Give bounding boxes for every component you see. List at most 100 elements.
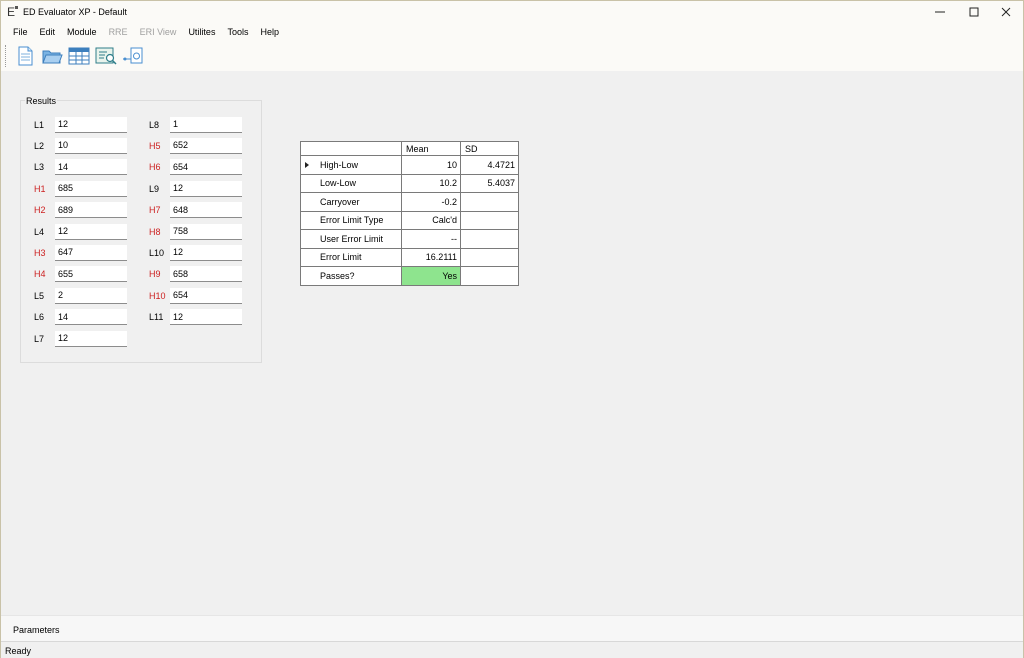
result-input-h10[interactable] [170, 287, 242, 304]
grid-row-label-text: Carryover [320, 196, 360, 207]
report-search-icon [95, 47, 117, 65]
result-input-h3[interactable] [55, 244, 127, 261]
grid-cell-sd[interactable] [460, 192, 519, 212]
result-field-l7: L7 [34, 330, 127, 347]
result-field-l10: L10 [149, 244, 242, 261]
table-view-button[interactable] [66, 44, 91, 69]
grid-cell-sd[interactable] [460, 210, 519, 230]
summary-grid[interactable]: Mean SD High-Low 10 4.4721 Low-Low 10.2 5.403… [300, 141, 519, 286]
grid-cell-mean[interactable]: 10.2 [401, 173, 461, 193]
result-input-l11[interactable] [170, 309, 242, 326]
result-field-l1: L1 [34, 116, 127, 133]
result-field-h2: H2 [34, 202, 127, 219]
menu-edit[interactable]: Edit [34, 23, 62, 41]
grid-row-error-limit[interactable]: Error Limit 16.2111 [300, 247, 519, 267]
status-bar: Ready [1, 641, 1023, 658]
menu-file[interactable]: File [1, 23, 34, 41]
grid-cell-sd[interactable] [460, 247, 519, 267]
result-label-h6: H6 [149, 162, 161, 173]
result-label-h10: H10 [149, 290, 166, 301]
result-field-l9: L9 [149, 180, 242, 197]
result-input-l8[interactable] [170, 116, 242, 133]
close-button[interactable] [989, 1, 1023, 23]
grid-row-label: Low-Low [300, 173, 402, 193]
grid-cell-sd[interactable]: 4.4721 [460, 155, 519, 175]
result-label-l6: L6 [34, 312, 45, 323]
parameters-label: Parameters [13, 625, 60, 635]
result-label-h5: H5 [149, 140, 161, 151]
maximize-button[interactable] [957, 1, 991, 23]
grid-row-label: Error Limit [300, 247, 402, 267]
result-input-h2[interactable] [55, 202, 127, 219]
result-field-l2: L2 [34, 137, 127, 154]
menu-eri-view: ERI View [139, 27, 177, 37]
result-input-h5[interactable] [170, 137, 242, 154]
status-text: Ready [5, 646, 32, 656]
open-folder-icon [41, 50, 63, 64]
grid-row-label: Error Limit Type [300, 210, 402, 230]
result-input-h4[interactable] [55, 266, 127, 283]
result-input-l5[interactable] [55, 287, 127, 304]
grid-row-label-text: Passes? [320, 270, 355, 281]
result-input-h6[interactable] [170, 159, 242, 176]
grid-cell-mean[interactable]: -0.2 [401, 192, 461, 212]
current-row-arrow-icon [305, 162, 309, 168]
result-field-h9: H9 [149, 266, 242, 283]
grid-row-error-limit-type[interactable]: Error Limit Type Calc'd [300, 210, 519, 230]
grid-cell-sd[interactable] [460, 266, 519, 286]
result-label-l4: L4 [34, 226, 45, 237]
result-input-h1[interactable] [55, 180, 127, 197]
result-input-l3[interactable] [55, 159, 127, 176]
grid-row-high-low[interactable]: High-Low 10 4.4721 [300, 155, 519, 175]
minimize-button[interactable] [923, 1, 957, 23]
grid-cell-mean[interactable]: -- [401, 229, 461, 249]
result-input-h7[interactable] [170, 202, 242, 219]
menu-utilites[interactable]: Utilites [182, 23, 221, 41]
result-input-h8[interactable] [170, 223, 242, 240]
grid-header-sd[interactable]: SD [460, 141, 519, 156]
menu-rre: RRE [108, 27, 128, 37]
title-bar[interactable]: E ED Evaluator XP - Default [1, 1, 1023, 23]
toolbar-grip[interactable] [5, 45, 8, 67]
result-label-l3: L3 [34, 162, 45, 173]
new-document-icon [18, 46, 32, 66]
result-input-l4[interactable] [55, 223, 127, 240]
grid-cell-mean[interactable]: Calc'd [401, 210, 461, 230]
window-title: ED Evaluator XP - Default [23, 7, 127, 17]
result-input-l1[interactable] [55, 116, 127, 133]
menu-tools[interactable]: Tools [221, 23, 254, 41]
result-label-l9: L9 [149, 183, 160, 194]
result-field-h5: H5 [149, 137, 242, 154]
grid-cell-sd[interactable] [460, 229, 519, 249]
result-input-l9[interactable] [170, 180, 242, 197]
grid-cell-sd[interactable]: 5.4037 [460, 173, 519, 193]
grid-header-row: Mean SD [300, 141, 519, 156]
result-label-l10: L10 [149, 247, 165, 258]
minimize-icon [935, 11, 945, 13]
result-input-l6[interactable] [55, 309, 127, 326]
grid-cell-mean[interactable]: 10 [401, 155, 461, 175]
report-button[interactable] [93, 44, 118, 69]
grid-row-label-text: User Error Limit [320, 233, 384, 244]
result-label-l11: L11 [149, 312, 164, 323]
grid-row-user-error-limit[interactable]: User Error Limit -- [300, 229, 519, 249]
export-button[interactable] [120, 44, 145, 69]
result-input-l10[interactable] [170, 244, 242, 261]
result-input-l7[interactable] [55, 330, 127, 347]
grid-row-passes[interactable]: Passes? Yes [300, 266, 519, 286]
menu-module[interactable]: Module [61, 23, 103, 41]
new-button[interactable] [12, 44, 37, 69]
grid-row-carryover[interactable]: Carryover -0.2 [300, 192, 519, 212]
grid-row-label-text: High-Low [320, 159, 359, 170]
grid-cell-mean[interactable]: 16.2111 [401, 247, 461, 267]
grid-header-mean[interactable]: Mean [401, 141, 461, 156]
result-label-l1: L1 [34, 119, 45, 130]
grid-cell-mean[interactable]: Yes [401, 266, 461, 286]
app-window: E ED Evaluator XP - Default File Edit Modu… [0, 0, 1024, 658]
parameters-bar[interactable]: Parameters [1, 615, 1023, 641]
grid-row-low-low[interactable]: Low-Low 10.2 5.4037 [300, 173, 519, 193]
menu-help[interactable]: Help [254, 23, 285, 41]
open-button[interactable] [39, 44, 64, 69]
result-input-l2[interactable] [55, 137, 127, 154]
result-input-h9[interactable] [170, 266, 242, 283]
